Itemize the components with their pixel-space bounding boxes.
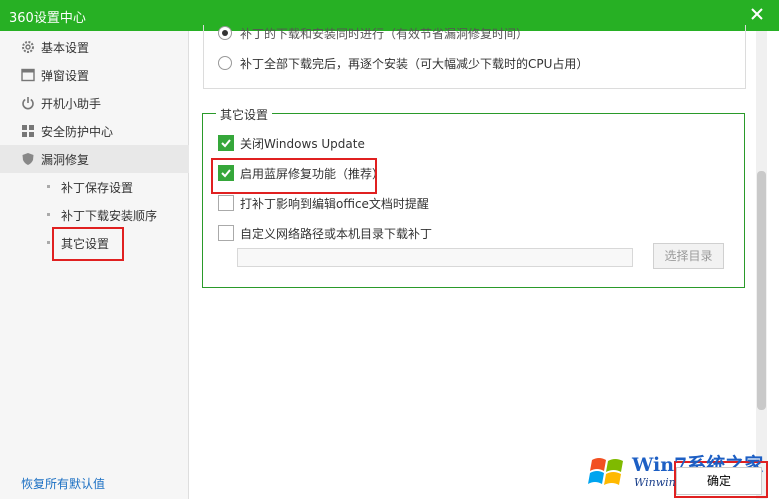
confirm-button[interactable]: 确定 (676, 467, 762, 495)
checkbox-label: 自定义网络路径或本机目录下载补丁 (240, 227, 433, 241)
sidebar-subitem-label: 补丁保存设置 (61, 181, 134, 195)
sidebar-item-basic-settings[interactable]: 基本设置 (0, 33, 189, 61)
highlight-box-bsod-repair (211, 158, 377, 194)
bullet-icon (47, 213, 50, 216)
select-directory-button[interactable]: 选择目录 (653, 243, 724, 269)
settings-content: 补丁的下载和安装同时进行（有效节省漏洞修复时间） 补丁全部下载完后，再逐个安装（… (190, 25, 779, 499)
checkbox-label: 打补丁影响到编辑office文档时提醒 (240, 197, 429, 211)
sidebar-subitem-download-order[interactable]: 补丁下载安装顺序 (0, 202, 189, 228)
download-path-input[interactable] (237, 248, 633, 267)
window-title: 360设置中心 (9, 11, 86, 26)
sidebar-subitem-label: 补丁下载安装顺序 (61, 209, 158, 223)
radio-button[interactable] (218, 26, 232, 40)
scrollbar-thumb[interactable] (757, 171, 766, 410)
gear-icon (21, 40, 35, 54)
bullet-icon (47, 241, 50, 244)
sidebar-item-label: 开机小助手 (41, 97, 102, 111)
close-icon[interactable] (747, 4, 767, 24)
sidebar-item-label: 基本设置 (41, 41, 90, 55)
checkbox[interactable] (218, 195, 234, 211)
sidebar-subitem-patch-save[interactable]: 补丁保存设置 (0, 174, 189, 200)
highlight-box-other-settings (52, 227, 124, 261)
sidebar-item-label: 弹窗设置 (41, 69, 90, 83)
sidebar-item-vulnerability-fix[interactable]: 漏洞修复 (0, 145, 189, 173)
checkbox[interactable] (218, 135, 234, 151)
radio-label: 补丁全部下载完后，再逐个安装（可大幅减少下载时的CPU占用） (240, 57, 589, 71)
checkbox-label: 关闭Windows Update (240, 137, 365, 151)
bullet-icon (47, 185, 50, 188)
radio-button[interactable] (218, 56, 232, 70)
sidebar-item-label: 漏洞修复 (41, 153, 90, 167)
grid-icon (21, 124, 35, 138)
power-icon (21, 96, 35, 110)
group-title: 其它设置 (216, 106, 273, 123)
sidebar: 基本设置 弹窗设置 开机小助手 安全防护中心 漏洞修复 补丁保存设置 补丁下载安… (0, 31, 189, 499)
sidebar-item-popup-settings[interactable]: 弹窗设置 (0, 61, 189, 89)
shield-icon (21, 152, 35, 166)
windows-logo-icon (588, 452, 628, 492)
checkbox[interactable] (218, 225, 234, 241)
sidebar-item-label: 安全防护中心 (41, 125, 114, 139)
radio-label: 补丁的下载和安装同时进行（有效节省漏洞修复时间） (240, 27, 529, 41)
restore-defaults-link[interactable]: 恢复所有默认值 (21, 475, 105, 492)
sidebar-item-boot-assistant[interactable]: 开机小助手 (0, 89, 189, 117)
window-icon (21, 68, 35, 82)
sidebar-item-security-center[interactable]: 安全防护中心 (0, 117, 189, 145)
